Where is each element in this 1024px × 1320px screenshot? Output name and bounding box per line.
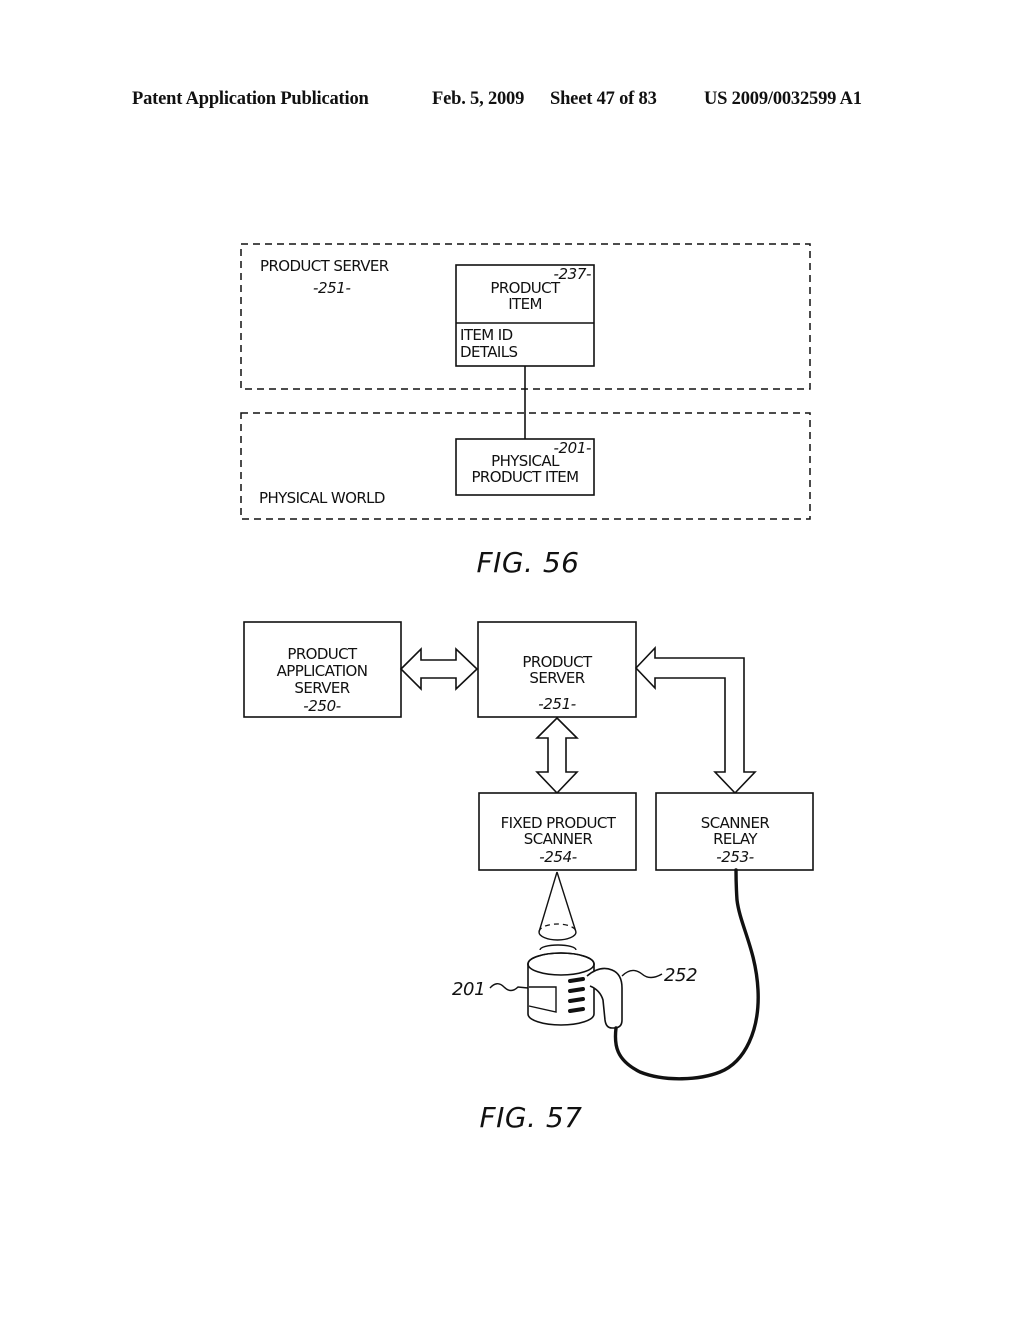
- product-application-server-box: PRODUCT APPLICATION SERVER -250-: [243, 621, 402, 718]
- pas-ref: -250-: [303, 697, 340, 715]
- physical-world-label: PHYSICAL WORLD: [259, 489, 385, 507]
- fps-ref: -254-: [539, 848, 576, 866]
- fixed-product-scanner-box: FIXED PRODUCT SCANNER -254-: [478, 792, 637, 871]
- scan-beam-cone: [538, 871, 577, 951]
- sr-ref: -253-: [716, 848, 753, 866]
- patent-figures: PRODUCT SERVER -251- -237- PRODUCT ITEM …: [240, 243, 814, 1134]
- ps-ref: -251-: [538, 695, 575, 713]
- double-arrow-horizontal: [399, 647, 479, 691]
- physical-product-can-icon: [527, 952, 595, 1026]
- scanner-relay-box: SCANNER RELAY -253-: [655, 792, 814, 871]
- pas-line3: SERVER: [294, 679, 349, 697]
- fig-57: PRODUCT APPLICATION SERVER -250- PRODUCT…: [243, 621, 814, 1134]
- sr-line2: RELAY: [713, 830, 758, 848]
- ref-201: 201: [452, 979, 485, 1000]
- product-server-region-ref: -251-: [313, 279, 350, 297]
- pas-line1: PRODUCT: [287, 645, 358, 663]
- l-arrow-scanner-relay: [634, 645, 757, 795]
- fig-56-caption: FIG. 56: [477, 546, 580, 579]
- ps-line2: SERVER: [529, 669, 584, 687]
- item-id-label: ITEM ID: [460, 326, 513, 344]
- product-server-region-label: PRODUCT SERVER: [260, 257, 389, 275]
- physical-product-item-box: -201- PHYSICAL PRODUCT ITEM: [455, 438, 595, 496]
- product-item-label-line2: ITEM: [508, 295, 542, 313]
- ref-252: 252: [664, 965, 697, 986]
- product-server-box: PRODUCT SERVER -251-: [477, 621, 637, 718]
- details-label: DETAILS: [460, 343, 517, 361]
- fig-57-caption: FIG. 57: [480, 1101, 583, 1134]
- leader-252: [621, 969, 663, 979]
- physical-product-item-line2: PRODUCT ITEM: [471, 468, 578, 486]
- fps-line2: SCANNER: [524, 830, 593, 848]
- product-item-box: -237- PRODUCT ITEM ITEM ID DETAILS: [455, 264, 595, 367]
- fig-56: PRODUCT SERVER -251- -237- PRODUCT ITEM …: [240, 243, 811, 579]
- pas-line2: APPLICATION: [277, 662, 368, 680]
- double-arrow-vertical: [535, 716, 579, 795]
- leader-201: [489, 983, 529, 992]
- physical-product-item-ref: -201-: [554, 439, 591, 457]
